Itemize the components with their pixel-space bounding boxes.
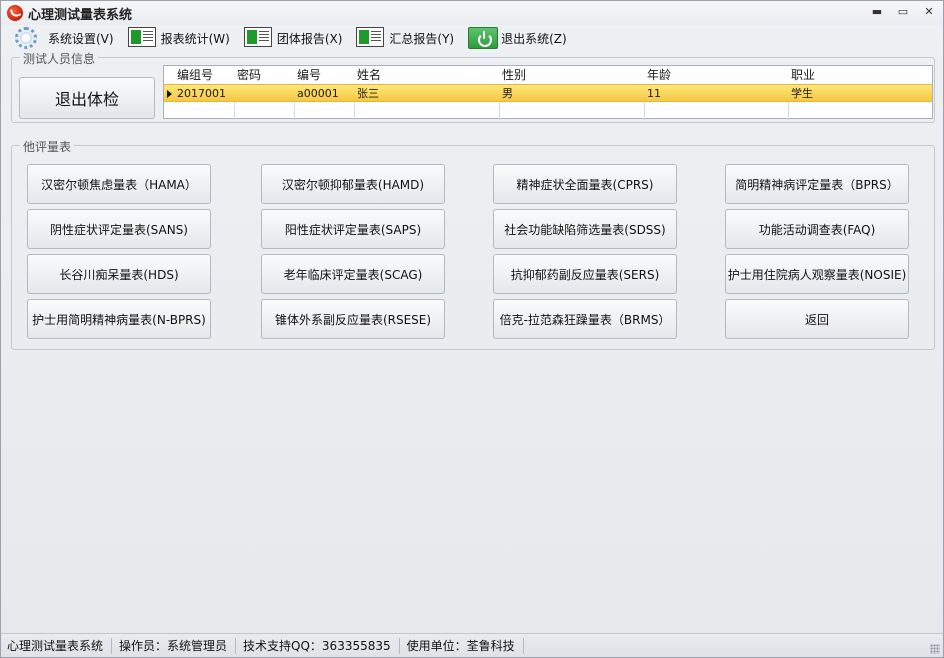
cell-gender: 男 (502, 87, 513, 100)
power-icon (468, 27, 499, 49)
grid-new-row[interactable] (164, 102, 932, 120)
column-header[interactable]: 密码 (237, 66, 261, 84)
cell-group-no: 2017001 (177, 87, 226, 100)
menu-label: 系统设置(V) (48, 31, 114, 46)
status-support: 技术支持QQ：363355835 (243, 637, 400, 654)
bprs-button[interactable]: 简明精神病评定量表（BPRS） (725, 164, 909, 204)
scales-legend: 他评量表 (20, 138, 75, 155)
menu-label: 报表统计(W) (160, 31, 230, 46)
other-rated-scales-group: 他评量表 汉密尔顿焦虑量表（HAMA） 汉密尔顿抑郁量表(HAMD) 精神症状全… (11, 138, 935, 350)
menu-label: 汇总报告(Y) (389, 31, 455, 46)
cell-name: 张三 (357, 87, 379, 100)
resize-grip-icon[interactable] (930, 644, 940, 654)
hds-button[interactable]: 长谷川痴呆量表(HDS) (27, 254, 211, 294)
person-info-legend: 测试人员信息 (20, 50, 99, 67)
column-header[interactable]: 编组号 (177, 66, 213, 84)
person-grid[interactable]: 编组号 密码 编号 姓名 性别 年龄 职业 2017001 a00001 张三 … (163, 65, 933, 120)
close-icon[interactable]: ✕ (921, 5, 937, 19)
status-bar: 心理测试量表系统 操作员：系统管理员 技术支持QQ：363355835 使用单位… (1, 633, 943, 657)
sans-button[interactable]: 阴性症状评定量表(SANS) (27, 209, 211, 249)
gear-icon (15, 27, 43, 49)
status-app-name: 心理测试量表系统 (7, 637, 113, 654)
column-header[interactable]: 职业 (791, 66, 815, 84)
minimize-icon[interactable]: ▬ (869, 5, 885, 19)
cell-id: a00001 (297, 87, 339, 100)
cprs-button[interactable]: 精神症状全面量表(CPRS) (493, 164, 677, 204)
rsese-button[interactable]: 锥体外系副反应量表(RSESE) (261, 299, 445, 339)
cell-occupation: 学生 (791, 87, 813, 100)
hama-button[interactable]: 汉密尔顿焦虑量表（HAMA） (27, 164, 211, 204)
app-logo-icon (7, 5, 23, 21)
n-bprs-button[interactable]: 护士用简明精神病量表(N-BPRS) (27, 299, 211, 339)
faq-button[interactable]: 功能活动调查表(FAQ) (725, 209, 909, 249)
person-info-group: 测试人员信息 退出体检 编组号 密码 编号 姓名 性别 年龄 职业 201700… (11, 50, 935, 123)
report-icon (356, 27, 385, 49)
report-icon (243, 27, 272, 49)
window-controls: ▬ ▭ ✕ (869, 5, 937, 19)
exit-exam-button[interactable]: 退出体检 (19, 77, 155, 119)
column-header[interactable]: 性别 (502, 66, 526, 84)
menu-bar: 系统设置(V) 报表统计(W) 团体报告(X) 汇总报告(Y) 退出系统(Z) (1, 25, 943, 51)
window-title: 心理测试量表系统 (28, 7, 133, 23)
row-pointer-icon (167, 90, 172, 98)
hamd-button[interactable]: 汉密尔顿抑郁量表(HAMD) (261, 164, 445, 204)
menu-system-settings[interactable]: 系统设置(V) (15, 26, 114, 50)
scag-button[interactable]: 老年临床评定量表(SCAG) (261, 254, 445, 294)
column-header[interactable]: 姓名 (357, 66, 381, 84)
sers-button[interactable]: 抗抑郁药副反应量表(SERS) (493, 254, 677, 294)
menu-exit-system[interactable]: 退出系统(Z) (468, 26, 567, 50)
menu-label: 团体报告(X) (276, 31, 343, 46)
sdss-button[interactable]: 社会功能缺陷筛选量表(SDSS) (493, 209, 677, 249)
status-unit: 使用单位：荃鲁科技 (407, 637, 524, 654)
back-button[interactable]: 返回 (725, 299, 909, 339)
report-icon (127, 27, 156, 49)
table-row[interactable]: 2017001 a00001 张三 男 11 学生 (164, 84, 932, 102)
menu-summary-report[interactable]: 汇总报告(Y) (356, 26, 454, 50)
cell-age: 11 (647, 87, 661, 100)
saps-button[interactable]: 阳性症状评定量表(SAPS) (261, 209, 445, 249)
nosie-button[interactable]: 护士用住院病人观察量表(NOSIE) (725, 254, 909, 294)
title-bar: 心理测试量表系统 ▬ ▭ ✕ (1, 1, 943, 25)
column-header[interactable]: 年龄 (647, 66, 671, 84)
status-operator: 操作员：系统管理员 (119, 637, 237, 654)
menu-label: 退出系统(Z) (501, 31, 567, 46)
menu-group-report[interactable]: 团体报告(X) (243, 26, 343, 50)
maximize-icon[interactable]: ▭ (895, 5, 911, 19)
menu-report-statistics[interactable]: 报表统计(W) (127, 26, 230, 50)
column-header[interactable]: 编号 (297, 66, 321, 84)
app-window: 心理测试量表系统 ▬ ▭ ✕ 系统设置(V) 报表统计(W) 团体报告(X) 汇… (0, 0, 944, 658)
brms-button[interactable]: 倍克-拉范森狂躁量表（BRMS） (493, 299, 677, 339)
grid-header: 编组号 密码 编号 姓名 性别 年龄 职业 (164, 66, 932, 84)
